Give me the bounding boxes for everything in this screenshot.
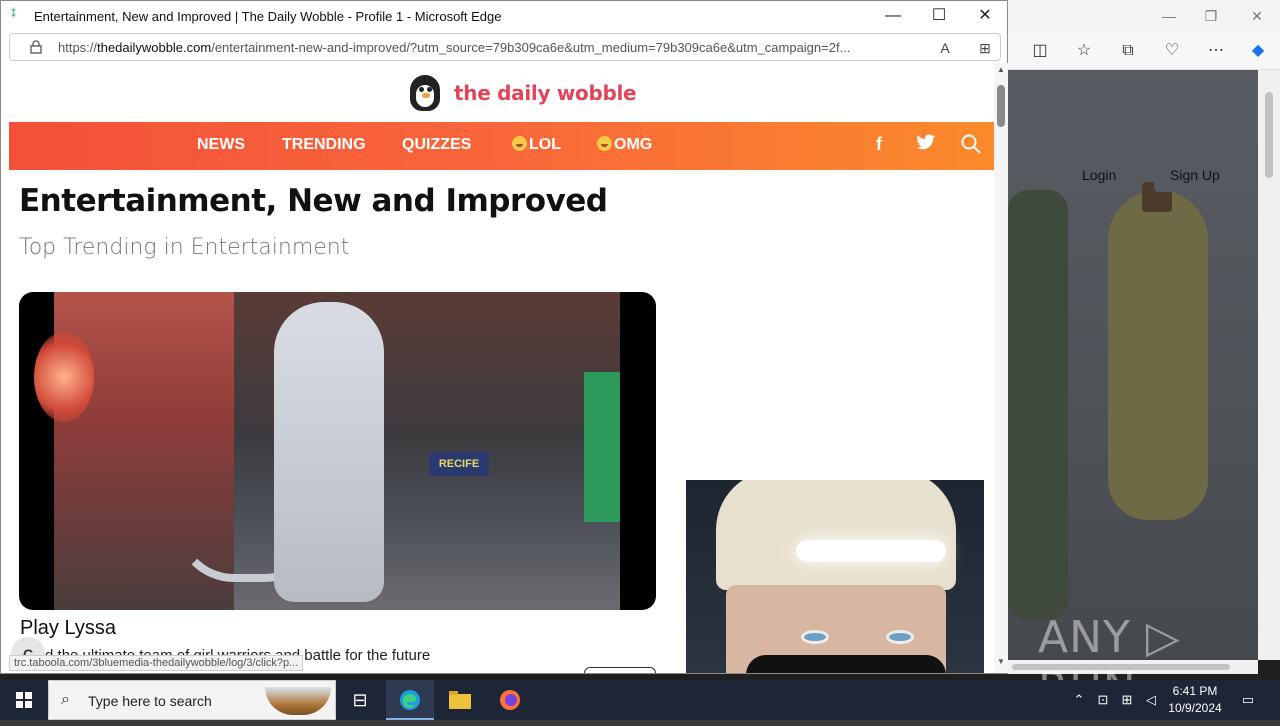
browser-essentials-icon[interactable]: ♡	[1160, 40, 1184, 62]
search-placeholder: Type here to search	[88, 693, 212, 709]
tray-device-icon[interactable]: ⊡	[1092, 680, 1114, 720]
nav-trending[interactable]: TRENDING	[282, 136, 366, 154]
nav-lol-label: LOL	[529, 136, 561, 153]
immersive-reader-icon[interactable]: ⊞	[974, 38, 996, 58]
favicon-icon: ⁑	[11, 9, 16, 20]
article-headline: Entertainment, New and Improved	[19, 183, 608, 219]
surprised-emoji-icon	[597, 136, 612, 151]
nav-omg[interactable]: OMG	[597, 136, 652, 154]
twitter-icon[interactable]	[915, 134, 937, 155]
side-ad-image[interactable]	[686, 480, 984, 673]
clock-time: 6:41 PM	[1172, 684, 1218, 698]
more-menu-icon[interactable]: ⋯	[1204, 40, 1228, 62]
taskbar: ⌕ Type here to search ⊟ ⌃ ⊡ ⊞ ◁ 6:41 PM …	[0, 680, 1280, 720]
status-link-preview: trc.taboola.com/3bluemedia-thedailywobbl…	[9, 655, 304, 671]
lock-icon[interactable]	[30, 40, 42, 54]
titlebar: ⁑ Entertainment, New and Improved | The …	[1, 1, 1007, 31]
volume-icon[interactable]: ◁	[1140, 680, 1162, 720]
laughing-emoji-icon	[512, 136, 527, 151]
ad-cta-button[interactable]	[584, 667, 656, 673]
clock-date: 10/9/2024	[1168, 701, 1222, 715]
edge-taskbar-icon[interactable]	[386, 680, 434, 720]
windows-logo-icon	[16, 692, 32, 708]
video-ad-player[interactable]: RECIFE	[19, 292, 656, 610]
taskbar-clock[interactable]: 6:41 PM 10/9/2024	[1160, 683, 1230, 717]
start-button[interactable]	[0, 680, 48, 720]
split-screen-icon[interactable]: ◫	[1028, 40, 1052, 62]
task-view-icon[interactable]: ⊟	[336, 680, 384, 720]
edge-window: ⁑ Entertainment, New and Improved | The …	[0, 0, 1008, 674]
penguin-logo-icon	[404, 73, 446, 113]
site-header: the daily wobble	[9, 63, 994, 121]
copilot-icon[interactable]: ◆	[1246, 40, 1270, 62]
nav-lol[interactable]: LOL	[512, 136, 561, 154]
scrollbar-thumb[interactable]	[997, 85, 1005, 127]
scroll-up-arrow-icon[interactable]: ▲	[996, 65, 1006, 74]
video-sign: RECIFE	[429, 452, 489, 476]
ad-title[interactable]: Play Lyssa	[20, 617, 116, 640]
collections-icon[interactable]: ⧉	[1116, 40, 1140, 62]
article-subhead: Top Trending in Entertainment	[19, 235, 350, 260]
background-toolbar: ◫ ☆ ⧉ ♡ ⋯ ◆	[1008, 32, 1280, 70]
background-page: Login Sign Up	[1008, 70, 1258, 670]
bg-restore-button[interactable]: ❐	[1198, 6, 1224, 26]
background-character-left	[1008, 190, 1068, 620]
search-icon[interactable]	[960, 134, 982, 159]
network-icon[interactable]: ⊞	[1116, 680, 1138, 720]
bg-minimize-button[interactable]: —	[1156, 6, 1182, 26]
close-button[interactable]: ✕	[965, 5, 1005, 27]
url-text[interactable]: https://thedailywobble.com/entertainment…	[58, 40, 928, 55]
logo-text: the daily wobble	[454, 81, 637, 105]
background-titlebar: — ❐ ✕	[1008, 0, 1280, 32]
maximize-button[interactable]: ☐	[919, 5, 959, 27]
search-icon: ⌕	[61, 691, 70, 708]
nav-news[interactable]: NEWS	[197, 136, 245, 154]
login-button[interactable]: Login	[1066, 158, 1133, 192]
taskbar-search[interactable]: ⌕ Type here to search	[48, 680, 336, 720]
minimize-button[interactable]: —	[873, 5, 913, 27]
firefox-icon[interactable]	[486, 680, 534, 720]
background-scrollbar-thumb[interactable]	[1265, 92, 1273, 178]
read-aloud-icon[interactable]: A	[934, 38, 956, 58]
nav-omg-label: OMG	[614, 136, 653, 153]
facebook-icon[interactable]: f	[868, 134, 890, 155]
nav-quizzes[interactable]: QUIZZES	[402, 136, 471, 154]
search-highlight-image	[265, 687, 331, 715]
site-logo[interactable]: the daily wobble	[404, 73, 637, 113]
file-explorer-icon[interactable]	[436, 680, 484, 720]
page-viewport: the daily wobble NEWS TRENDING QUIZZES L…	[9, 63, 994, 673]
bg-close-button[interactable]: ✕	[1244, 6, 1270, 26]
main-navbar: NEWS TRENDING QUIZZES LOL OMG f	[9, 122, 994, 170]
video-character	[274, 302, 384, 602]
notifications-icon[interactable]: ▭	[1236, 680, 1260, 720]
page-scrollbar[interactable]: ▲ ▼	[994, 63, 1008, 673]
address-bar[interactable]: https://thedailywobble.com/entertainment…	[9, 33, 1001, 61]
video-frame-image: RECIFE	[34, 292, 620, 610]
tray-chevron-icon[interactable]: ⌃	[1068, 680, 1090, 720]
window-title: Entertainment, New and Improved | The Da…	[34, 9, 502, 24]
favorites-icon[interactable]: ☆	[1072, 40, 1096, 62]
signup-button[interactable]: Sign Up	[1154, 158, 1236, 192]
banana-character-image	[1108, 190, 1208, 520]
scroll-down-arrow-icon[interactable]: ▼	[996, 657, 1006, 666]
